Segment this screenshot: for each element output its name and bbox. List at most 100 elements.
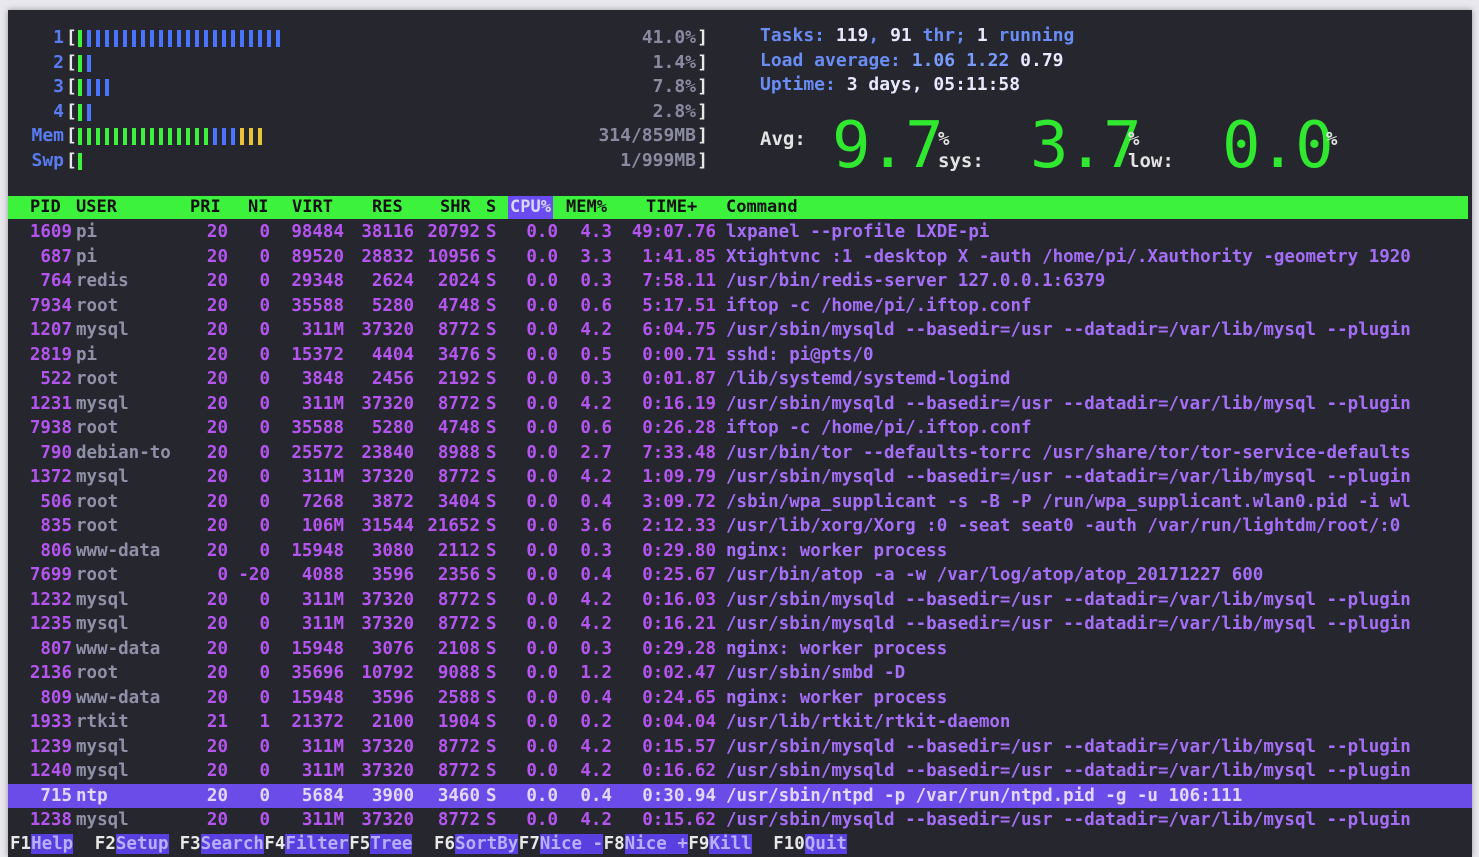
table-row[interactable]: 807 www-data 20 0 15948 3076 2108 S 0.0 0.3 0:29.2… bbox=[8, 637, 1472, 662]
column-header-cpu[interactable]: CPU% bbox=[508, 196, 553, 219]
table-row[interactable]: 506 root 20 0 7268 3872 3404 S 0.0 0.4 3:09.72/sbi… bbox=[8, 490, 1472, 515]
fkey-quit-button[interactable]: F10Quit bbox=[773, 832, 847, 857]
table-row[interactable]: 1235 mysql 20 0 311M 37320 8772 S 0.0 4.2 0:16.21 /… bbox=[8, 612, 1472, 637]
fkey-search-button[interactable]: F3Search bbox=[180, 832, 264, 857]
table-row[interactable]: 835 root 20 0 106M 31544 21652 S 0.0 3.6 2:12.33/u… bbox=[8, 514, 1472, 539]
table-row[interactable]: 1207 mysql 20 0 311M 37320 8772 S 0.0 4.2 6:04.75 /… bbox=[8, 318, 1472, 343]
column-header-res[interactable]: RES bbox=[372, 196, 403, 219]
cell-mem: 4.2 bbox=[580, 761, 612, 781]
fkey-nice-button[interactable]: F8Nice + bbox=[604, 832, 688, 857]
cell-res: 10792 bbox=[361, 663, 414, 683]
cell-ni: 0 bbox=[259, 271, 270, 291]
cell-mem: 0.2 bbox=[580, 712, 612, 732]
fkey-tree-button[interactable]: F5Tree bbox=[349, 832, 413, 857]
column-header-virt[interactable]: VIRT bbox=[292, 196, 333, 219]
cell-user: ntp bbox=[76, 785, 108, 806]
table-row[interactable]: 1231 mysql 20 0 311M 37320 8772 S 0.0 4.2 0:16.19 /… bbox=[8, 392, 1472, 417]
fkey-label: Kill bbox=[709, 834, 752, 854]
table-row-selected[interactable]: 715 ntp 20 0 5684 3900 3460 S 0.0 0.4 0:30.94/usr/… bbox=[8, 783, 1472, 808]
column-header-mem[interactable]: MEM% bbox=[566, 196, 607, 219]
cell-shr: 3404 bbox=[437, 491, 480, 512]
cell-shr: 2112 bbox=[437, 540, 480, 561]
memory-meter-bracket-open: [ bbox=[66, 125, 77, 146]
fkey-help-button[interactable]: F1Help bbox=[10, 832, 74, 857]
table-row[interactable]: 1240 mysql 20 0 311M 37320 8772 S 0.0 4.2 0:16.62 /… bbox=[8, 759, 1472, 784]
table-row[interactable]: 7938 root 20 0 35588 5280 4748 S 0.0 0.6 0:26.28 if… bbox=[8, 416, 1472, 441]
cell-mem: 0.3 bbox=[580, 638, 612, 659]
table-row[interactable]: 1372 mysql 20 0 311M 37320 8772 S 0.0 4.2 1:09.79 /… bbox=[8, 465, 1472, 490]
meter-tick bbox=[78, 79, 82, 96]
cell-cmd: /usr/sbin/mysqld --basedir=/usr --datadi… bbox=[726, 467, 1411, 487]
cell-shr: 8772 bbox=[437, 736, 480, 757]
fkey-sortby-button[interactable]: F6SortBy bbox=[434, 832, 519, 857]
cell-pri: 20 bbox=[206, 589, 228, 610]
avg-label: Avg: bbox=[760, 128, 806, 150]
table-row[interactable]: 7934 root 20 0 35588 5280 4748 S 0.0 0.6 5:17.51 if… bbox=[8, 294, 1472, 319]
memory-meter-value: 314/859MB bbox=[598, 125, 696, 146]
column-header-pri[interactable]: PRI bbox=[190, 196, 221, 219]
cell-res: 28832 bbox=[361, 246, 414, 267]
cell-res: 31544 bbox=[361, 516, 414, 536]
cell-res: 4404 bbox=[371, 344, 414, 365]
table-row[interactable]: 764 redis 20 0 29348 2624 2024 S 0.0 0.3 7:58.11/u… bbox=[8, 269, 1472, 294]
cell-virt: 4088 bbox=[301, 565, 344, 585]
cell-cpu: 0.0 bbox=[526, 344, 558, 365]
column-header-pid[interactable]: PID bbox=[30, 196, 61, 219]
table-row[interactable]: 1933 rtkit 21 1 21372 2100 1904 S 0.0 0.2 0:04.04 /… bbox=[8, 710, 1472, 735]
table-row[interactable]: 2136 root 20 0 35696 10792 9088 S 0.0 1.2 0:02.47 /… bbox=[8, 661, 1472, 686]
cell-mem: 4.2 bbox=[580, 810, 612, 830]
table-row[interactable]: 687 pi 20 0 89520 28832 10956 S 0.0 3.3 1:41.85 Xti… bbox=[8, 245, 1472, 270]
cell-shr: 4748 bbox=[437, 295, 480, 316]
meter-tick bbox=[123, 30, 127, 47]
fkey-setup-button[interactable]: F2Setup bbox=[95, 832, 169, 857]
cell-time: 0:00.71 bbox=[642, 344, 716, 365]
cell-cpu: 0.0 bbox=[526, 540, 558, 561]
cell-state: S bbox=[486, 565, 497, 585]
cell-mem: 0.4 bbox=[580, 687, 612, 708]
table-row[interactable]: 1238 mysql 20 0 311M 37320 8772 S 0.0 4.2 0:15.62 /… bbox=[8, 808, 1472, 833]
cell-ni: 0 bbox=[259, 516, 270, 536]
column-header-time[interactable]: TIME+ bbox=[646, 196, 697, 219]
meter-tick bbox=[96, 128, 100, 145]
low-label: % low: bbox=[1128, 128, 1174, 172]
table-row[interactable]: 2819 pi 20 0 15372 4404 3476 S 0.0 0.5 0:00.71 sshd… bbox=[8, 343, 1472, 368]
cpu-meter-3-value: 7.8% bbox=[652, 76, 696, 97]
meter-tick bbox=[132, 30, 136, 47]
cell-pri: 20 bbox=[206, 295, 228, 316]
cell-res: 38116 bbox=[361, 222, 414, 242]
cell-res: 2456 bbox=[371, 369, 414, 389]
fkey-filter-button[interactable]: F4Filter bbox=[264, 832, 349, 857]
cell-state: S bbox=[486, 320, 497, 340]
column-header-shr[interactable]: SHR bbox=[440, 196, 471, 219]
cell-res: 37320 bbox=[361, 589, 414, 610]
meter-tick bbox=[240, 128, 244, 145]
table-row[interactable]: 522 root 20 0 3848 2456 2192 S 0.0 0.3 0:01.87/lib… bbox=[8, 367, 1472, 392]
table-row[interactable]: 1232 mysql 20 0 311M 37320 8772 S 0.0 4.2 0:16.03 /… bbox=[8, 588, 1472, 613]
column-header-user[interactable]: USER bbox=[76, 196, 117, 219]
column-header-state[interactable]: S bbox=[486, 196, 496, 219]
cell-time: 0:25.67 bbox=[642, 565, 716, 585]
cell-mem: 4.2 bbox=[580, 736, 612, 757]
cell-mem: 2.7 bbox=[580, 442, 612, 463]
cell-ni: 0 bbox=[259, 614, 270, 634]
table-row[interactable]: 809 www-data 20 0 15948 3596 2588 S 0.0 0.4 0:24.6… bbox=[8, 686, 1472, 711]
fkey-label: Filter bbox=[285, 834, 349, 854]
table-row[interactable]: 7699 root 0 -20 4088 3596 2356 S 0.0 0.4 0:25.67/u… bbox=[8, 563, 1472, 588]
meter-tick bbox=[105, 30, 109, 47]
fkey-nice-button[interactable]: F7Nice - bbox=[519, 832, 604, 857]
cell-virt: 311M bbox=[301, 320, 344, 340]
column-header-ni[interactable]: NI bbox=[248, 196, 268, 219]
cell-pid: 1240 bbox=[29, 761, 72, 781]
cell-virt: 7268 bbox=[301, 491, 344, 512]
fkey-kill-button[interactable]: F9Kill bbox=[688, 832, 752, 857]
table-row[interactable]: 790 debian-to 20 0 25572 23840 8988 S 0.0 2.7 7:33… bbox=[8, 441, 1472, 466]
cpu-meter-4: 4[2.8%] bbox=[18, 100, 708, 125]
cpu-meter-2-bracket-close: ] bbox=[697, 51, 708, 73]
table-row[interactable]: 1609 pi 20 0 98484 38116 20792 S 0.0 4.3 49:07.76 l… bbox=[8, 220, 1472, 245]
cell-mem: 4.2 bbox=[580, 467, 612, 487]
column-header-command[interactable]: Command bbox=[726, 196, 798, 219]
cell-state: S bbox=[486, 712, 497, 732]
table-row[interactable]: 806 www-data 20 0 15948 3080 2112 S 0.0 0.3 0:29.8… bbox=[8, 539, 1472, 564]
table-row[interactable]: 1239 mysql 20 0 311M 37320 8772 S 0.0 4.2 0:15.57 /… bbox=[8, 735, 1472, 760]
cell-cpu: 0.0 bbox=[526, 687, 558, 708]
